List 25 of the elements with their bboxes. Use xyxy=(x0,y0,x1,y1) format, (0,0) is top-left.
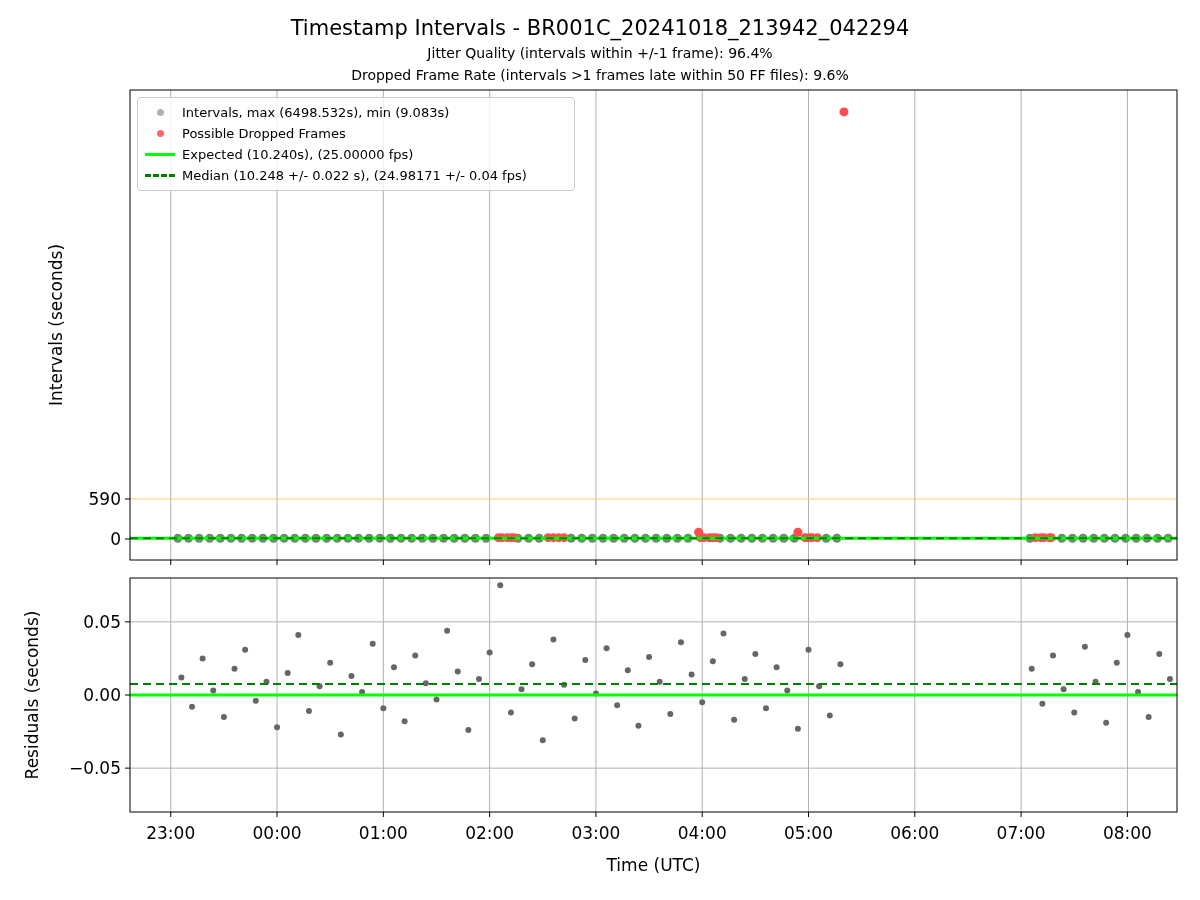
tick-label: 590 xyxy=(88,489,121,509)
tick-label: 03:00 xyxy=(571,823,621,843)
tick-label: 0.05 xyxy=(83,611,121,632)
tick-label: 0.00 xyxy=(83,685,121,705)
legend-label: Intervals, max (6498.532s), min (9.083s) xyxy=(182,103,450,122)
chart-subtitle: Dropped Frame Rate (intervals >1 frames late within 50 FF files): 9.6% xyxy=(351,66,849,85)
tick-label: 08:00 xyxy=(1102,823,1152,843)
tick-label: 00:00 xyxy=(252,823,302,843)
tick-label: 06:00 xyxy=(890,823,940,843)
tick-label: 02:00 xyxy=(465,823,515,843)
tick-label: 05:00 xyxy=(784,823,833,843)
axis-label: Time (UTC) xyxy=(606,855,701,875)
axis-label: Intervals (seconds) xyxy=(46,243,66,407)
chart-subtitle: Jitter Quality (intervals within +/-1 frame): 96.4% xyxy=(427,44,773,63)
legend-label: Expected (10.240s), (25.00000 fps) xyxy=(182,145,414,164)
tick-label: 01:00 xyxy=(358,823,408,843)
tick-label: 04:00 xyxy=(677,823,727,843)
tick-label: 23:00 xyxy=(146,823,196,843)
chart-title: Timestamp Intervals - BR001C_20241018_213942_042294 xyxy=(290,15,910,42)
tick-label: 0 xyxy=(110,529,121,549)
tick-label: 07:00 xyxy=(996,823,1046,843)
tick-label: −0.05 xyxy=(68,758,121,779)
legend-label: Median (10.248 +/- 0.022 s), (24.98171 +/- 0.04 fps) xyxy=(182,166,527,185)
legend-label: Possible Dropped Frames xyxy=(182,124,346,143)
axis-label: Residuals (seconds) xyxy=(22,610,42,780)
